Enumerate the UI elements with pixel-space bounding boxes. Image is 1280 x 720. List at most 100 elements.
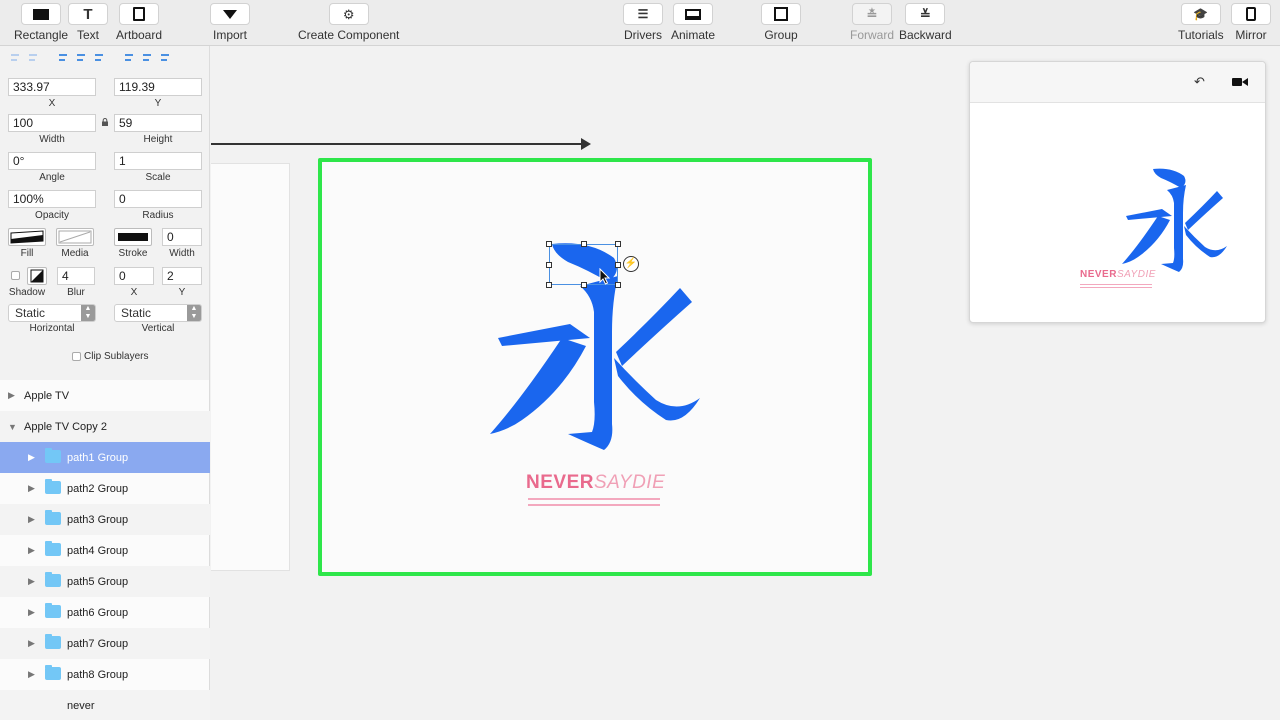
tutorials-button[interactable]: 🎓 Tutorials xyxy=(1178,3,1224,42)
tagline-line xyxy=(1080,284,1152,285)
disclosure-triangle-icon[interactable]: ▶ xyxy=(8,390,15,401)
radius-field[interactable]: 0 xyxy=(114,190,202,208)
align-top-icon[interactable] xyxy=(122,52,136,64)
drivers-button[interactable]: ☰ Drivers xyxy=(623,3,663,42)
layer-apple-tv[interactable]: ▶ Apple TV xyxy=(0,380,210,411)
layer-name: Apple TV xyxy=(24,389,70,402)
resize-handle[interactable] xyxy=(546,241,552,247)
lock-icon[interactable] xyxy=(101,118,109,126)
folder-icon xyxy=(45,634,61,649)
import-button[interactable]: Import xyxy=(210,3,250,42)
resize-handle[interactable] xyxy=(615,282,621,288)
disclosure-triangle-icon[interactable]: ▶ xyxy=(28,483,35,494)
disclosure-triangle-icon[interactable]: ▶ xyxy=(28,638,35,649)
align-right-icon[interactable] xyxy=(92,52,106,64)
shadow-color-swatch[interactable] xyxy=(27,267,47,285)
layer-path1-group[interactable]: ▶ path1 Group xyxy=(0,442,210,473)
layer-name: path4 Group xyxy=(67,544,129,557)
opacity-field[interactable]: 100% xyxy=(8,190,96,208)
resize-handle[interactable] xyxy=(546,262,552,268)
create-component-button[interactable]: ⚙ Create Component xyxy=(298,3,399,42)
stroke-swatch[interactable] xyxy=(114,228,152,246)
forward-button[interactable]: ≛ Forward xyxy=(850,3,894,42)
lightning-bolt-icon[interactable]: ⚡ xyxy=(623,256,639,272)
layer-path7-group[interactable]: ▶ path7 Group xyxy=(0,628,210,659)
artboard-apple-tv[interactable] xyxy=(211,163,290,571)
layer-name: path3 Group xyxy=(67,513,129,526)
eternity-glyph-artwork[interactable] xyxy=(322,162,868,572)
video-camera-icon[interactable] xyxy=(1232,77,1248,87)
y-field[interactable]: 119.39 xyxy=(114,78,202,96)
folder-icon xyxy=(45,479,61,494)
preview-toolbar: ↶ xyxy=(970,62,1265,103)
horizontal-label: Horizontal xyxy=(29,323,75,334)
layer-path4-group[interactable]: ▶ path4 Group xyxy=(0,535,210,566)
resize-handle[interactable] xyxy=(546,282,552,288)
layer-path6-group[interactable]: ▶ path6 Group xyxy=(0,597,210,628)
backward-button[interactable]: ≚ Backward xyxy=(899,3,952,42)
disclosure-triangle-icon[interactable]: ▼ xyxy=(8,422,17,432)
align-center-icon[interactable] xyxy=(74,52,88,64)
shadow-y-field[interactable]: 2 xyxy=(162,267,202,285)
resize-handle[interactable] xyxy=(615,262,621,268)
preview-window: ↶ NEVERSAYDIE xyxy=(969,61,1266,323)
angle-field[interactable]: 0° xyxy=(8,152,96,170)
layers-panel: ▶ Apple TV ▼ Apple TV Copy 2 ▶ path1 Gro… xyxy=(0,380,210,720)
shadow-x-label: X xyxy=(130,287,138,298)
blur-field[interactable]: 4 xyxy=(57,267,95,285)
shadow-label: Shadow xyxy=(8,287,46,298)
fill-swatch[interactable] xyxy=(8,228,46,246)
flow-connector xyxy=(211,143,585,145)
rectangle-tool[interactable]: Rectangle xyxy=(14,3,68,42)
disclosure-triangle-icon[interactable]: ▶ xyxy=(28,514,35,525)
mirror-button[interactable]: Mirror xyxy=(1231,3,1271,42)
logo-text-bold: NEVER xyxy=(526,472,594,493)
clip-sublayers-label: Clip Sublayers xyxy=(84,351,149,362)
align-left-icon[interactable] xyxy=(56,52,70,64)
align-bottom-icon[interactable] xyxy=(158,52,172,64)
mouse-cursor-icon xyxy=(599,268,611,285)
x-field[interactable]: 333.97 xyxy=(8,78,96,96)
resize-handle[interactable] xyxy=(615,241,621,247)
distribute-vertical-icon[interactable] xyxy=(26,52,40,64)
stroke-width-field[interactable]: 0 xyxy=(162,228,202,246)
distribute-horizontal-icon[interactable] xyxy=(8,52,22,64)
stroke-width-label: Width xyxy=(169,248,195,259)
artboard-tool[interactable]: Artboard xyxy=(116,3,162,42)
angle-label: Angle xyxy=(39,172,65,183)
x-label: X xyxy=(48,98,56,109)
resize-handle[interactable] xyxy=(581,241,587,247)
align-middle-icon[interactable] xyxy=(140,52,154,64)
canvas[interactable]: NEVERSAYDIE ⚡ ↶ NEVERSAYDIE xyxy=(211,46,1280,720)
animate-button[interactable]: Animate xyxy=(671,3,715,42)
shadow-checkbox[interactable] xyxy=(11,271,20,280)
horizontal-constraint-select[interactable]: Static ▲ ▼ xyxy=(8,304,96,322)
undo-icon[interactable]: ↶ xyxy=(1194,74,1205,90)
disclosure-triangle-icon[interactable]: ▶ xyxy=(28,669,35,680)
disclosure-triangle-icon[interactable]: ▶ xyxy=(28,452,35,463)
layer-path2-group[interactable]: ▶ path2 Group xyxy=(0,473,210,504)
resize-handle[interactable] xyxy=(581,282,587,288)
width-field[interactable]: 100 xyxy=(8,114,96,132)
height-field[interactable]: 59 xyxy=(114,114,202,132)
artboard-apple-tv-copy-2[interactable]: NEVERSAYDIE xyxy=(318,158,872,576)
rectangle-icon xyxy=(33,8,50,20)
clip-sublayers-checkbox[interactable] xyxy=(72,352,81,361)
import-icon xyxy=(223,9,237,19)
media-swatch[interactable] xyxy=(56,228,94,246)
scale-field[interactable]: 1 xyxy=(114,152,202,170)
scale-label: Scale xyxy=(145,172,171,183)
layer-path3-group[interactable]: ▶ path3 Group xyxy=(0,504,210,535)
group-button[interactable]: Group xyxy=(761,3,801,42)
logo-text-bold: NEVER xyxy=(1080,269,1117,280)
layer-path8-group[interactable]: ▶ path8 Group xyxy=(0,659,210,690)
text-tool[interactable]: T Text xyxy=(68,3,108,42)
shadow-x-field[interactable]: 0 xyxy=(114,267,154,285)
disclosure-triangle-icon[interactable]: ▶ xyxy=(28,545,35,556)
disclosure-triangle-icon[interactable]: ▶ xyxy=(28,576,35,587)
layer-never[interactable]: never xyxy=(0,690,210,720)
layer-path5-group[interactable]: ▶ path5 Group xyxy=(0,566,210,597)
vertical-constraint-select[interactable]: Static ▲ ▼ xyxy=(114,304,202,322)
layer-apple-tv-copy-2[interactable]: ▼ Apple TV Copy 2 xyxy=(0,411,210,442)
disclosure-triangle-icon[interactable]: ▶ xyxy=(28,607,35,618)
